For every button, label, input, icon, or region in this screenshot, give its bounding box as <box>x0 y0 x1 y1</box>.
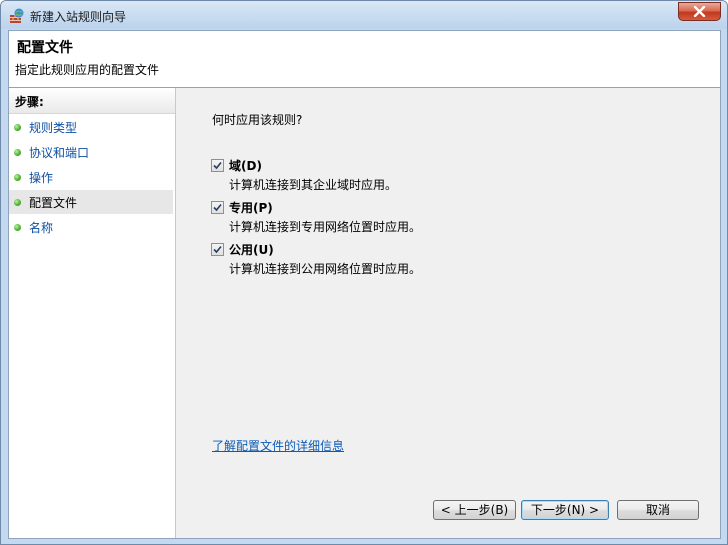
back-button[interactable]: < 上一步(B) <box>433 500 516 520</box>
green-dot-icon <box>14 149 21 156</box>
step-label: 名称 <box>29 221 54 235</box>
public-description: 计算机连接到公用网络位置时应用。 <box>229 262 422 276</box>
close-button[interactable] <box>678 2 721 21</box>
domain-checkbox[interactable] <box>211 159 224 172</box>
window-title: 新建入站规则向导 <box>30 10 127 24</box>
private-label[interactable]: 专用(P) <box>229 199 273 216</box>
green-dot-icon <box>14 124 21 131</box>
page-subtitle: 指定此规则应用的配置文件 <box>15 63 160 77</box>
step-label: 操作 <box>29 171 54 185</box>
domain-label[interactable]: 域(D) <box>229 157 262 174</box>
learn-more-link[interactable]: 了解配置文件的详细信息 <box>212 437 344 454</box>
step-protocol-port[interactable]: 协议和端口 <box>9 140 173 164</box>
private-description: 计算机连接到专用网络位置时应用。 <box>229 220 422 234</box>
check-icon <box>213 161 222 170</box>
private-checkbox[interactable] <box>211 201 224 214</box>
cancel-button[interactable]: 取消 <box>617 500 699 520</box>
step-profile[interactable]: 配置文件 <box>9 190 173 214</box>
wizard-content: 配置文件 指定此规则应用的配置文件 步骤: 规则类型 协议和端口 操作 配置文件 <box>8 30 721 539</box>
check-icon <box>213 203 222 212</box>
check-icon <box>213 245 222 254</box>
wizard-window: 新建入站规则向导 配置文件 指定此规则应用的配置文件 步骤: 规则类型 协议和端… <box>0 0 728 545</box>
option-public: 公用(U) 计算机连接到公用网络位置时应用。 <box>211 241 611 281</box>
step-label: 配置文件 <box>29 196 78 210</box>
step-label: 协议和端口 <box>29 146 90 160</box>
steps-pane: 步骤: 规则类型 协议和端口 操作 配置文件 名称 <box>9 88 176 538</box>
firewall-icon <box>9 8 25 24</box>
title-bar[interactable]: 新建入站规则向导 <box>1 1 727 29</box>
steps-heading: 步骤: <box>9 88 175 114</box>
domain-description: 计算机连接到其企业域时应用。 <box>229 178 398 192</box>
green-dot-icon <box>14 174 21 181</box>
wizard-header: 配置文件 指定此规则应用的配置文件 <box>9 31 720 88</box>
main-pane: 何时应用该规则? 域(D) 计算机连接到其企业域时应用。 专用(P) 计算机连接… <box>176 88 720 538</box>
green-dot-icon <box>14 224 21 231</box>
step-action[interactable]: 操作 <box>9 165 173 189</box>
close-icon <box>693 6 706 17</box>
option-private: 专用(P) 计算机连接到专用网络位置时应用。 <box>211 199 611 239</box>
step-label: 规则类型 <box>29 121 78 135</box>
question-label: 何时应用该规则? <box>212 113 303 127</box>
page-title: 配置文件 <box>17 40 73 56</box>
public-label[interactable]: 公用(U) <box>229 241 274 258</box>
green-dot-icon <box>14 199 21 206</box>
steps-heading-label: 步骤: <box>15 95 44 109</box>
step-rule-type[interactable]: 规则类型 <box>9 115 173 139</box>
public-checkbox[interactable] <box>211 243 224 256</box>
step-name[interactable]: 名称 <box>9 215 173 239</box>
option-domain: 域(D) 计算机连接到其企业域时应用。 <box>211 157 611 197</box>
next-button[interactable]: 下一步(N) > <box>521 500 609 520</box>
